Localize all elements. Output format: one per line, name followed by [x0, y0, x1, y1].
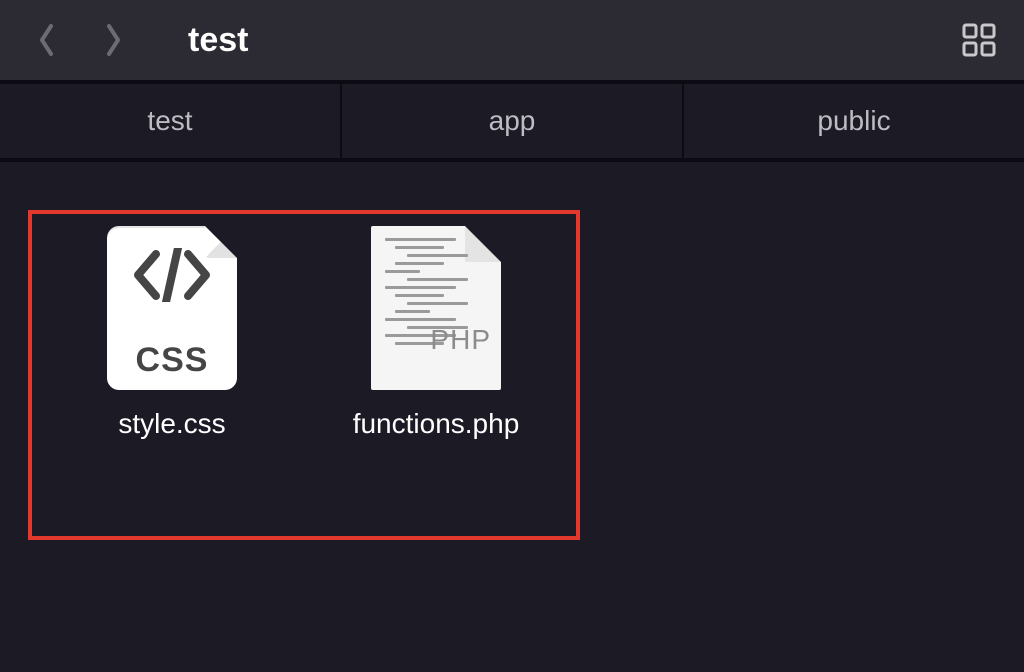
file-type-label: CSS [107, 341, 237, 380]
php-file-icon: PHP [371, 226, 501, 390]
view-grid-button[interactable] [962, 23, 996, 57]
breadcrumb-item-app[interactable]: app [342, 84, 684, 158]
breadcrumb: test app public [0, 80, 1024, 162]
chevron-right-icon [103, 22, 123, 58]
grid-icon [962, 23, 996, 57]
file-type-label: PHP [430, 324, 491, 356]
code-brackets-icon [107, 248, 237, 307]
breadcrumb-label: public [817, 105, 890, 137]
breadcrumb-item-test[interactable]: test [0, 84, 342, 158]
breadcrumb-label: app [489, 105, 536, 137]
css-file-icon: CSS [107, 226, 237, 390]
breadcrumb-item-public[interactable]: public [684, 84, 1024, 158]
folder-title: test [188, 21, 248, 60]
files-area: CSS style.css PHP functions.php [0, 162, 1024, 672]
back-button[interactable] [24, 17, 70, 63]
forward-button[interactable] [90, 17, 136, 63]
breadcrumb-label: test [147, 105, 192, 137]
chevron-left-icon [37, 22, 57, 58]
toolbar: test [0, 0, 1024, 80]
